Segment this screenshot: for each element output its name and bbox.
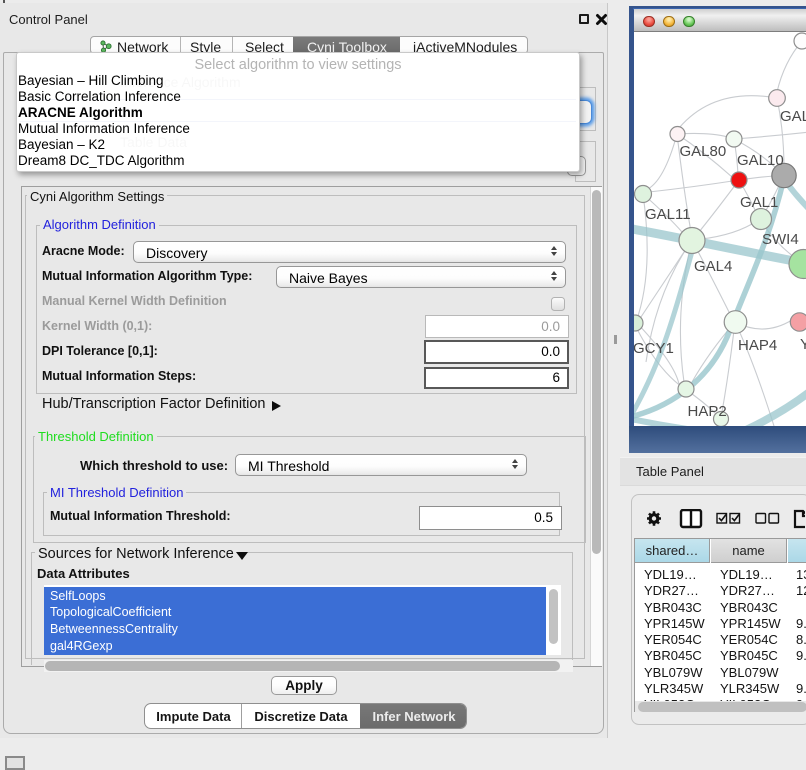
svg-text:GAL1: GAL1	[740, 194, 778, 211]
svg-text:GAL4: GAL4	[694, 258, 732, 275]
svg-text:GAL10: GAL10	[737, 152, 784, 169]
svg-text:HAP2: HAP2	[688, 403, 727, 420]
svg-text:SWI4: SWI4	[762, 231, 799, 248]
svg-text:HAP4: HAP4	[738, 337, 777, 354]
svg-text:GAL11: GAL11	[645, 206, 691, 223]
svg-text:GCY1: GCY1	[634, 340, 674, 357]
svg-text:GAL7: GAL7	[780, 108, 806, 125]
svg-text:GAL80: GAL80	[680, 143, 727, 160]
svg-text:YB: YB	[800, 336, 806, 353]
